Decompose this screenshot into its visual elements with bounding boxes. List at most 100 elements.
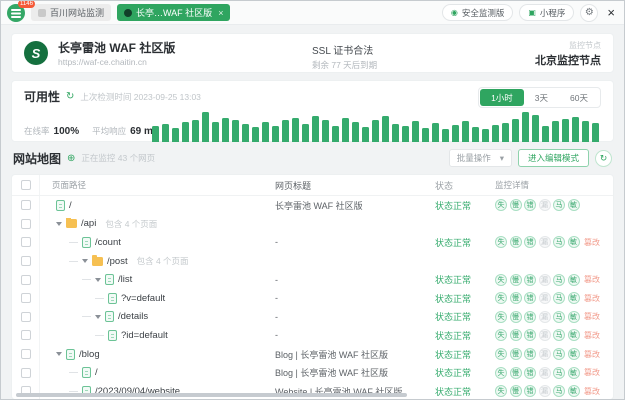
monitor-badge-错[interactable]: 错 [524, 236, 536, 248]
monitor-badge-错[interactable]: 错 [524, 367, 536, 379]
row-checkbox[interactable] [21, 293, 31, 303]
tamper-badge[interactable]: 篡改 [584, 330, 600, 341]
tamper-badge[interactable]: 篡改 [584, 237, 600, 248]
page-path[interactable]: /details [118, 311, 148, 322]
monitor-badge-马[interactable]: 马 [553, 236, 565, 248]
monitor-badge-慢[interactable]: 慢 [510, 329, 522, 341]
monitor-badge-慢[interactable]: 慢 [510, 292, 522, 304]
monitor-badge-慢[interactable]: 慢 [510, 274, 522, 286]
monitor-badge-失[interactable]: 失 [495, 367, 507, 379]
expand-arrow-icon[interactable] [56, 352, 62, 356]
tab-baichuan-monitor[interactable]: 百川网站监测 [31, 4, 111, 21]
time-range-button[interactable]: 60天 [559, 89, 599, 106]
row-checkbox[interactable] [21, 200, 31, 210]
monitor-badge-敏[interactable]: 敏 [568, 367, 580, 379]
monitor-badge-慢[interactable]: 慢 [510, 367, 522, 379]
page-path[interactable]: / [69, 200, 72, 211]
site-url[interactable]: https://waf-ce.chaitin.cn [58, 57, 175, 67]
monitor-badge-马[interactable]: 马 [553, 199, 565, 211]
monitor-badge-失[interactable]: 失 [495, 348, 507, 360]
monitor-badge-失[interactable]: 失 [495, 236, 507, 248]
page-path[interactable]: ?id=default [121, 330, 168, 341]
monitor-badge-马[interactable]: 马 [553, 348, 565, 360]
monitor-badge-错[interactable]: 错 [524, 199, 536, 211]
monitor-badge-错[interactable]: 错 [524, 274, 536, 286]
row-checkbox[interactable] [21, 312, 31, 322]
monitor-badge-慢[interactable]: 慢 [510, 199, 522, 211]
tamper-badge[interactable]: 篡改 [584, 311, 600, 322]
tamper-badge[interactable]: 篡改 [584, 293, 600, 304]
expand-arrow-icon[interactable] [82, 259, 88, 263]
monitor-badge-漏[interactable]: 漏 [539, 348, 551, 360]
page-path[interactable]: /list [118, 274, 132, 285]
monitor-badge-漏[interactable]: 漏 [539, 329, 551, 341]
row-checkbox[interactable] [21, 368, 31, 378]
monitor-badge-错[interactable]: 错 [524, 311, 536, 323]
tamper-badge[interactable]: 篡改 [584, 367, 600, 378]
monitor-badge-错[interactable]: 错 [524, 292, 536, 304]
page-path[interactable]: /blog [79, 349, 100, 360]
monitor-badge-错[interactable]: 错 [524, 329, 536, 341]
monitor-badge-慢[interactable]: 慢 [510, 311, 522, 323]
settings-gear-icon[interactable]: ⚙ [580, 4, 598, 22]
page-path[interactable]: /post [107, 256, 128, 267]
launcher-button[interactable]: 1146 [7, 4, 25, 22]
monitor-badge-漏[interactable]: 漏 [539, 199, 551, 211]
time-range-button[interactable]: 1小时 [480, 89, 524, 106]
monitor-badge-失[interactable]: 失 [495, 311, 507, 323]
monitor-badge-失[interactable]: 失 [495, 274, 507, 286]
monitor-badge-漏[interactable]: 漏 [539, 274, 551, 286]
monitor-badge-敏[interactable]: 敏 [568, 348, 580, 360]
time-range-button[interactable]: 3天 [524, 89, 559, 106]
bulk-action-dropdown[interactable]: 批量操作 ▾ [449, 149, 512, 167]
row-checkbox[interactable] [21, 237, 31, 247]
monitor-badge-马[interactable]: 马 [553, 311, 565, 323]
monitor-badge-漏[interactable]: 漏 [539, 236, 551, 248]
refresh-icon[interactable]: ↻ [66, 91, 74, 102]
page-path[interactable]: ?v=default [121, 293, 165, 304]
site-summary-card: S 长亭雷池 WAF 社区版 https://waf-ce.chaitin.cn… [11, 33, 614, 73]
monitor-badge-敏[interactable]: 敏 [568, 311, 580, 323]
monitor-badge-马[interactable]: 马 [553, 367, 565, 379]
monitor-badge-敏[interactable]: 敏 [568, 292, 580, 304]
tamper-badge[interactable]: 篡改 [584, 349, 600, 360]
select-all-checkbox[interactable] [21, 180, 31, 190]
monitor-badge-马[interactable]: 马 [553, 292, 565, 304]
tab-close-icon[interactable]: × [218, 8, 223, 18]
row-checkbox[interactable] [21, 330, 31, 340]
tamper-badge[interactable]: 篡改 [584, 274, 600, 285]
row-checkbox[interactable] [21, 275, 31, 285]
monitor-badge-敏[interactable]: 敏 [568, 329, 580, 341]
monitor-badge-马[interactable]: 马 [553, 274, 565, 286]
expand-arrow-icon[interactable] [56, 222, 62, 226]
row-checkbox[interactable] [21, 219, 31, 229]
row-checkbox[interactable] [21, 256, 31, 266]
scrollbar-thumb[interactable] [16, 393, 407, 397]
node-value[interactable]: 北京监控节点 [535, 52, 601, 68]
monitor-badge-失[interactable]: 失 [495, 292, 507, 304]
tab-safeline-waf[interactable]: 长亭…WAF 社区版 × [117, 4, 230, 21]
expand-arrow-icon[interactable] [95, 278, 101, 282]
expand-arrow-icon[interactable] [95, 315, 101, 319]
monitor-badge-失[interactable]: 失 [495, 199, 507, 211]
page-path[interactable]: /count [95, 237, 121, 248]
monitor-badge-敏[interactable]: 敏 [568, 274, 580, 286]
page-path[interactable]: /api [81, 218, 96, 229]
monitor-badge-慢[interactable]: 慢 [510, 236, 522, 248]
window-close-icon[interactable]: × [604, 5, 618, 20]
monitor-badge-漏[interactable]: 漏 [539, 311, 551, 323]
row-checkbox[interactable] [21, 349, 31, 359]
monitor-badge-漏[interactable]: 漏 [539, 367, 551, 379]
refresh-icon[interactable]: ↻ [595, 150, 612, 167]
mini-program-button[interactable]: ▣ 小程序 [519, 4, 574, 21]
monitor-badge-错[interactable]: 错 [524, 348, 536, 360]
monitor-badge-慢[interactable]: 慢 [510, 348, 522, 360]
page-path[interactable]: / [95, 367, 98, 378]
monitor-badge-敏[interactable]: 敏 [568, 199, 580, 211]
monitor-badge-漏[interactable]: 漏 [539, 292, 551, 304]
monitor-badge-马[interactable]: 马 [553, 329, 565, 341]
security-monitor-version-button[interactable]: ◉ 安全监测版 [442, 4, 514, 21]
enter-edit-mode-button[interactable]: 进入编辑模式 [518, 149, 589, 167]
monitor-badge-敏[interactable]: 敏 [568, 236, 580, 248]
monitor-badge-失[interactable]: 失 [495, 329, 507, 341]
